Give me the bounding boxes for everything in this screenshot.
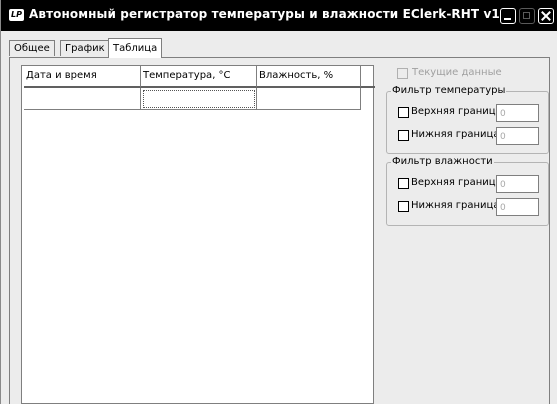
temperature-upper-checkbox[interactable] [398,107,409,118]
close-icon[interactable] [538,8,554,24]
tab-table[interactable]: Таблица [108,38,163,58]
temperature-lower-checkbox[interactable] [398,130,409,141]
temperature-filter-title: Фильтр температуры [391,85,507,97]
humidity-filter-group: Фильтр влажности Верхняя граница Нижняя … [386,156,549,226]
column-header-humidity[interactable]: Влажность, % [257,66,361,88]
temperature-upper-input[interactable] [496,104,539,122]
app-icon[interactable]: LP [9,9,24,21]
humidity-lower-checkbox[interactable] [398,201,409,212]
temperature-lower-label[interactable]: Нижняя граница [411,129,499,140]
current-data-checkbox-box[interactable] [397,68,408,79]
table-cell[interactable] [24,88,141,110]
data-table[interactable]: Дата и время Температура, °C Влажность, … [21,65,375,404]
tab-chart[interactable]: График [60,40,110,56]
temperature-upper-label[interactable]: Верхняя граница [411,106,502,117]
column-header-datetime[interactable]: Дата и время [24,66,141,88]
temperature-lower-input[interactable] [496,127,539,145]
title-bar[interactable]: LP Автономный регистратор температуры и … [1,0,557,31]
app-window: LP Автономный регистратор температуры и … [0,0,557,404]
tab-general[interactable]: Общее [9,40,55,56]
window-title: Автономный регистратор температуры и вла… [29,7,513,21]
humidity-filter-title: Фильтр влажности [391,156,494,168]
humidity-upper-checkbox[interactable] [398,178,409,189]
table-cell[interactable] [141,88,257,110]
humidity-lower-label[interactable]: Нижняя граница [411,200,499,211]
humidity-upper-label[interactable]: Верхняя граница [411,177,502,188]
column-header-temperature[interactable]: Температура, °C [141,66,257,88]
maximize-icon[interactable] [519,8,535,24]
humidity-lower-input[interactable] [496,198,539,216]
temperature-filter-group: Фильтр температуры Верхняя граница Нижня… [386,85,549,154]
minimize-icon[interactable] [500,8,516,24]
table-cell[interactable] [257,88,361,110]
column-header-filler [361,66,375,88]
current-data-label: Текущие данные [412,67,502,78]
humidity-upper-input[interactable] [496,175,539,193]
